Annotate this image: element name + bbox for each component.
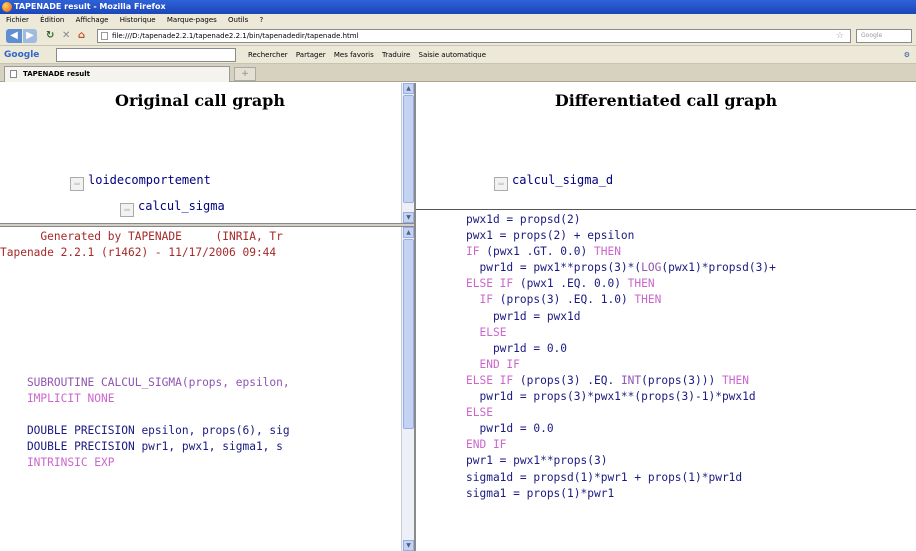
scroll-thumb[interactable] [403,239,414,429]
tab-title: TAPENADE result [23,70,90,78]
code-line: pwr1d = 0.0 [466,341,568,355]
code-line: ELSE IF (props(3) .EQ. INT(props(3))) TH… [466,373,749,387]
generated-header-line: Tapenade 2.2.1 (r1462) - 11/17/2006 09:4… [0,246,277,259]
scroll-up-icon[interactable]: ▲ [403,227,414,238]
differentiated-source-frame: pwx1d = propsd(2) pwx1 = props(2) + epsil… [416,210,916,551]
new-tab-button[interactable]: + [234,67,256,81]
scroll-up-icon[interactable]: ▲ [403,83,414,94]
node-label: loidecomportement [88,173,211,187]
original-call-graph-frame: Original call graph ▭ loidecomportement ▭… [0,83,414,223]
google-search-input[interactable] [56,48,236,62]
menu-marque-pages[interactable]: Marque-pages [167,16,217,24]
back-button[interactable]: ◀ [6,29,22,43]
code-line: INTRINSIC EXP [0,456,115,469]
scroll-down-icon[interactable]: ▼ [403,212,414,223]
menu-bar: Fichier Édition Affichage Historique Mar… [0,14,916,26]
differentiated-call-graph-frame: Differentiated call graph ▭ calcul_sigma_… [416,83,916,209]
original-call-graph-heading: Original call graph [115,91,285,110]
code-line: ELSE [466,406,493,420]
differentiated-code-block: pwx1d = propsd(2) pwx1 = props(2) + epsil… [466,212,776,502]
page-icon [10,70,17,78]
window-titlebar: TAPENADE result - Mozilla Firefox [0,0,916,14]
code-line: sigma1 = props(1)*pwr1 [466,486,615,500]
code-line: pwx1d = propsd(2) [466,213,581,226]
wrench-icon[interactable]: ⚙ [904,46,910,64]
stop-icon[interactable]: ✕ [62,29,70,43]
node-box-icon: ▭ [494,177,508,191]
node-calcul-sigma-d[interactable]: ▭ calcul_sigma_d [494,173,613,191]
code-line: IF (pwx1 .GT. 0.0) THEN [466,245,621,259]
home-icon[interactable]: ⌂ [78,29,85,43]
forward-button[interactable]: ▶ [23,29,37,43]
code-line: pwr1d = pwx1**props(3)*(LOG(pwx1)*propsd… [466,261,776,275]
node-calcul-sigma[interactable]: ▭ calcul_sigma [120,199,225,217]
code-line: DOUBLE PRECISION pwr1, pwx1, sigma1, s [0,440,283,453]
differentiated-call-graph-heading: Differentiated call graph [554,91,778,110]
code-line: sigma1d = propsd(1)*pwr1 + props(1)*pwr1… [466,470,743,484]
google-rechercher-button[interactable]: Rechercher [248,51,288,59]
google-logo: Google [4,50,40,60]
code-line: pwr1d = 0.0 [466,422,554,436]
scrollbar[interactable]: ▲ ▼ [401,227,414,551]
generated-header-line: Generated by TAPENADE (INRIA, Tr [0,230,283,243]
node-box-icon: ▭ [70,177,84,191]
code-line: IMPLICIT NONE [0,392,115,405]
window-title: TAPENADE result - Mozilla Firefox [14,2,166,11]
google-saisie-button[interactable]: Saisie automatique [419,51,487,59]
node-label: calcul_sigma_d [512,173,614,187]
code-line: ELSE IF (pwx1 .EQ. 0.0) THEN [466,277,655,291]
search-input[interactable]: Google [856,29,912,43]
scroll-thumb[interactable] [403,95,414,203]
navigation-toolbar: ◀ ▶ ↻ ✕ ⌂ file:///D:/tapenade2.2.1/tapen… [0,26,916,46]
google-partager-button[interactable]: Partager [296,51,326,59]
menu-edition[interactable]: Édition [40,16,64,24]
google-toolbar: Google Rechercher Partager Mes favoris T… [0,46,916,64]
code-line: pwr1 = pwx1**props(3) [466,454,608,468]
url-bar[interactable]: file:///D:/tapenade2.2.1/tapenade2.2.1/b… [97,29,851,43]
code-line: END IF [466,438,507,452]
firefox-icon [2,2,12,12]
google-favoris-button[interactable]: Mes favoris [334,51,374,59]
code-line: DOUBLE PRECISION epsilon, props(6), sig [0,424,290,437]
menu-affichage[interactable]: Affichage [76,16,109,24]
node-box-icon: ▭ [120,203,134,217]
menu-historique[interactable]: Historique [120,16,156,24]
url-text: file:///D:/tapenade2.2.1/tapenade2.2.1/b… [112,32,359,40]
original-source-frame: Generated by TAPENADE (INRIA, Tr Tapenad… [0,227,414,551]
code-line: pwr1d = props(3)*pwx1**(props(3)-1)*pwx1… [466,390,756,404]
page-icon [101,32,108,40]
reload-icon[interactable]: ↻ [46,29,54,43]
code-line: pwr1d = pwx1d [466,309,581,323]
menu-outils[interactable]: Outils [228,16,248,24]
code-line: SUBROUTINE CALCUL_SIGMA(props, epsilon, [0,376,290,389]
code-line: END IF [479,357,520,371]
menu-fichier[interactable]: Fichier [6,16,29,24]
google-traduire-button[interactable]: Traduire [382,51,410,59]
node-label: calcul_sigma [138,199,225,213]
node-loidecomportement[interactable]: ▭ loidecomportement [70,173,211,191]
code-line: ELSE [479,325,507,339]
bookmark-star-icon[interactable]: ☆ [836,30,844,42]
scrollbar[interactable]: ▲ ▼ [401,83,414,223]
menu-help[interactable]: ? [260,16,264,24]
scroll-down-icon[interactable]: ▼ [403,540,414,551]
google-toolbar-items: Rechercher Partager Mes favoris Traduire… [248,46,492,64]
code-line: IF (props(3) .EQ. 1.0) THEN [479,293,662,307]
code-line: pwx1 = props(2) + epsilon [466,229,635,243]
tab-tapenade-result[interactable]: TAPENADE result [4,66,230,82]
tab-bar: TAPENADE result + [0,64,916,82]
